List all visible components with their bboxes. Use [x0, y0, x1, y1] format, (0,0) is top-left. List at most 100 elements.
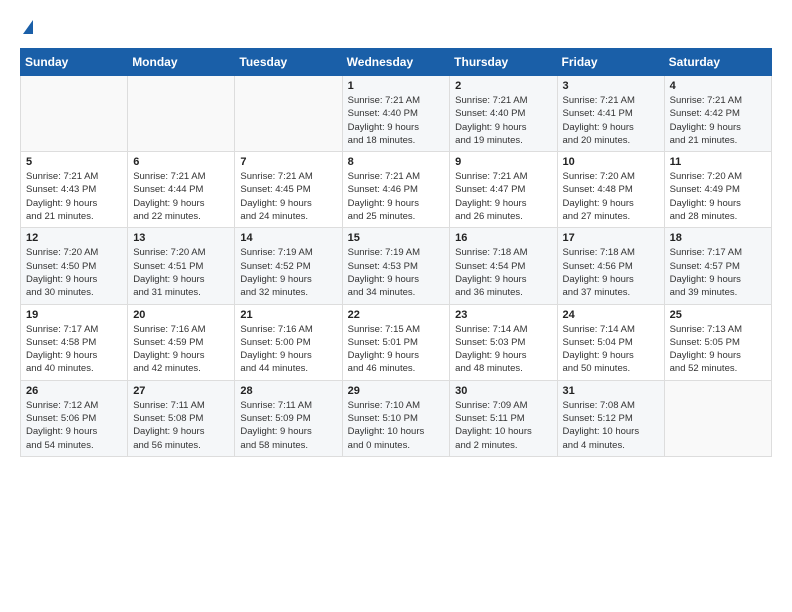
day-number: 12	[26, 232, 122, 244]
calendar-cell: 1 Sunrise: 7:21 AM Sunset: 4:40 PM Daylig…	[342, 76, 450, 152]
day-info: Sunrise: 7:10 AM Sunset: 5:10 PM Dayligh…	[348, 399, 445, 452]
calendar-cell: 12 Sunrise: 7:20 AM Sunset: 4:50 PM Dayli…	[21, 228, 128, 304]
day-info: Sunrise: 7:20 AM Sunset: 4:50 PM Dayligh…	[26, 246, 122, 299]
day-info: Sunrise: 7:21 AM Sunset: 4:45 PM Dayligh…	[240, 170, 336, 223]
day-number: 17	[563, 232, 659, 244]
day-number: 26	[26, 385, 122, 397]
calendar-cell: 19 Sunrise: 7:17 AM Sunset: 4:58 PM Dayli…	[21, 304, 128, 380]
day-info: Sunrise: 7:21 AM Sunset: 4:41 PM Dayligh…	[563, 94, 659, 147]
calendar-cell: 20 Sunrise: 7:16 AM Sunset: 4:59 PM Dayli…	[128, 304, 235, 380]
day-info: Sunrise: 7:21 AM Sunset: 4:43 PM Dayligh…	[26, 170, 122, 223]
day-number: 1	[348, 80, 445, 92]
day-info: Sunrise: 7:21 AM Sunset: 4:44 PM Dayligh…	[133, 170, 229, 223]
day-info: Sunrise: 7:15 AM Sunset: 5:01 PM Dayligh…	[348, 323, 445, 376]
calendar-cell: 28 Sunrise: 7:11 AM Sunset: 5:09 PM Dayli…	[235, 380, 342, 456]
calendar-cell: 27Sunrise: 7:11 AM Sunset: 5:08 PM Dayli…	[128, 380, 235, 456]
day-info: Sunrise: 7:19 AM Sunset: 4:52 PM Dayligh…	[240, 246, 336, 299]
day-info: Sunrise: 7:14 AM Sunset: 5:03 PM Dayligh…	[455, 323, 551, 376]
calendar-cell: 9Sunrise: 7:21 AM Sunset: 4:47 PM Daylig…	[450, 152, 557, 228]
calendar-cell: 14 Sunrise: 7:19 AM Sunset: 4:52 PM Dayli…	[235, 228, 342, 304]
calendar-cell	[664, 380, 771, 456]
logo-triangle-icon	[23, 20, 33, 34]
day-info: Sunrise: 7:11 AM Sunset: 5:08 PM Dayligh…	[133, 399, 229, 452]
calendar-cell: 13 Sunrise: 7:20 AM Sunset: 4:51 PM Dayli…	[128, 228, 235, 304]
page: SundayMondayTuesdayWednesdayThursdayFrid…	[0, 0, 792, 467]
calendar-cell: 21 Sunrise: 7:16 AM Sunset: 5:00 PM Dayli…	[235, 304, 342, 380]
day-number: 29	[348, 385, 445, 397]
day-number: 7	[240, 156, 336, 168]
weekday-header-wednesday: Wednesday	[342, 49, 450, 76]
day-number: 10	[563, 156, 659, 168]
week-row-5: 26 Sunrise: 7:12 AM Sunset: 5:06 PM Dayli…	[21, 380, 772, 456]
calendar-cell: 4 Sunrise: 7:21 AM Sunset: 4:42 PM Daylig…	[664, 76, 771, 152]
day-info: Sunrise: 7:14 AM Sunset: 5:04 PM Dayligh…	[563, 323, 659, 376]
day-number: 13	[133, 232, 229, 244]
calendar-cell	[128, 76, 235, 152]
day-number: 8	[348, 156, 445, 168]
day-info: Sunrise: 7:17 AM Sunset: 4:57 PM Dayligh…	[670, 246, 766, 299]
day-number: 11	[670, 156, 766, 168]
day-number: 18	[670, 232, 766, 244]
weekday-header-saturday: Saturday	[664, 49, 771, 76]
calendar-cell: 3 Sunrise: 7:21 AM Sunset: 4:41 PM Daylig…	[557, 76, 664, 152]
calendar-cell: 25 Sunrise: 7:13 AM Sunset: 5:05 PM Dayli…	[664, 304, 771, 380]
day-number: 25	[670, 309, 766, 321]
day-number: 15	[348, 232, 445, 244]
day-number: 20	[133, 309, 229, 321]
day-number: 22	[348, 309, 445, 321]
day-number: 6	[133, 156, 229, 168]
calendar-cell: 2 Sunrise: 7:21 AM Sunset: 4:40 PM Daylig…	[450, 76, 557, 152]
day-number: 16	[455, 232, 551, 244]
week-row-2: 5 Sunrise: 7:21 AM Sunset: 4:43 PM Daylig…	[21, 152, 772, 228]
day-number: 14	[240, 232, 336, 244]
week-row-1: 1 Sunrise: 7:21 AM Sunset: 4:40 PM Daylig…	[21, 76, 772, 152]
weekday-header-row: SundayMondayTuesdayWednesdayThursdayFrid…	[21, 49, 772, 76]
day-info: Sunrise: 7:13 AM Sunset: 5:05 PM Dayligh…	[670, 323, 766, 376]
calendar-cell: 22 Sunrise: 7:15 AM Sunset: 5:01 PM Dayli…	[342, 304, 450, 380]
weekday-header-tuesday: Tuesday	[235, 49, 342, 76]
day-info: Sunrise: 7:18 AM Sunset: 4:54 PM Dayligh…	[455, 246, 551, 299]
day-number: 2	[455, 80, 551, 92]
calendar-cell: 6 Sunrise: 7:21 AM Sunset: 4:44 PM Daylig…	[128, 152, 235, 228]
day-info: Sunrise: 7:21 AM Sunset: 4:42 PM Dayligh…	[670, 94, 766, 147]
calendar-cell: 16 Sunrise: 7:18 AM Sunset: 4:54 PM Dayli…	[450, 228, 557, 304]
day-info: Sunrise: 7:16 AM Sunset: 4:59 PM Dayligh…	[133, 323, 229, 376]
calendar-cell: 26 Sunrise: 7:12 AM Sunset: 5:06 PM Dayli…	[21, 380, 128, 456]
calendar-cell: 24 Sunrise: 7:14 AM Sunset: 5:04 PM Dayli…	[557, 304, 664, 380]
day-number: 28	[240, 385, 336, 397]
day-info: Sunrise: 7:11 AM Sunset: 5:09 PM Dayligh…	[240, 399, 336, 452]
calendar-cell: 29 Sunrise: 7:10 AM Sunset: 5:10 PM Dayli…	[342, 380, 450, 456]
calendar-cell: 10 Sunrise: 7:20 AM Sunset: 4:48 PM Dayli…	[557, 152, 664, 228]
day-number: 5	[26, 156, 122, 168]
day-number: 3	[563, 80, 659, 92]
day-info: Sunrise: 7:20 AM Sunset: 4:48 PM Dayligh…	[563, 170, 659, 223]
week-row-4: 19 Sunrise: 7:17 AM Sunset: 4:58 PM Dayli…	[21, 304, 772, 380]
calendar-cell: 11 Sunrise: 7:20 AM Sunset: 4:49 PM Dayli…	[664, 152, 771, 228]
day-info: Sunrise: 7:09 AM Sunset: 5:11 PM Dayligh…	[455, 399, 551, 452]
calendar-cell: 23 Sunrise: 7:14 AM Sunset: 5:03 PM Dayli…	[450, 304, 557, 380]
day-number: 23	[455, 309, 551, 321]
day-number: 4	[670, 80, 766, 92]
calendar-cell: 8 Sunrise: 7:21 AM Sunset: 4:46 PM Daylig…	[342, 152, 450, 228]
calendar-cell	[235, 76, 342, 152]
weekday-header-thursday: Thursday	[450, 49, 557, 76]
calendar-cell: 7 Sunrise: 7:21 AM Sunset: 4:45 PM Daylig…	[235, 152, 342, 228]
day-info: Sunrise: 7:21 AM Sunset: 4:40 PM Dayligh…	[455, 94, 551, 147]
day-info: Sunrise: 7:08 AM Sunset: 5:12 PM Dayligh…	[563, 399, 659, 452]
weekday-header-sunday: Sunday	[21, 49, 128, 76]
day-info: Sunrise: 7:21 AM Sunset: 4:46 PM Dayligh…	[348, 170, 445, 223]
day-info: Sunrise: 7:17 AM Sunset: 4:58 PM Dayligh…	[26, 323, 122, 376]
header	[20, 20, 772, 36]
day-info: Sunrise: 7:20 AM Sunset: 4:49 PM Dayligh…	[670, 170, 766, 223]
day-info: Sunrise: 7:12 AM Sunset: 5:06 PM Dayligh…	[26, 399, 122, 452]
day-number: 21	[240, 309, 336, 321]
day-info: Sunrise: 7:20 AM Sunset: 4:51 PM Dayligh…	[133, 246, 229, 299]
day-number: 19	[26, 309, 122, 321]
logo	[20, 20, 33, 36]
calendar-cell: 5 Sunrise: 7:21 AM Sunset: 4:43 PM Daylig…	[21, 152, 128, 228]
day-number: 24	[563, 309, 659, 321]
calendar-cell: 15Sunrise: 7:19 AM Sunset: 4:53 PM Dayli…	[342, 228, 450, 304]
calendar-cell: 17Sunrise: 7:18 AM Sunset: 4:56 PM Dayli…	[557, 228, 664, 304]
day-info: Sunrise: 7:16 AM Sunset: 5:00 PM Dayligh…	[240, 323, 336, 376]
day-info: Sunrise: 7:21 AM Sunset: 4:40 PM Dayligh…	[348, 94, 445, 147]
